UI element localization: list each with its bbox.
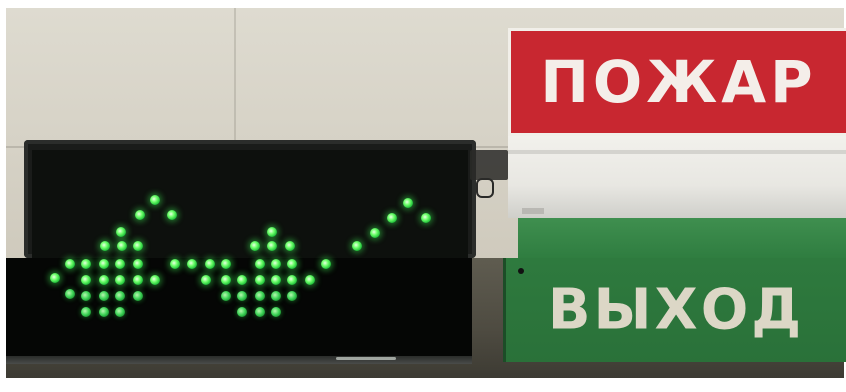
led-dot [99,291,109,301]
led-dot [255,291,265,301]
led-dot [271,307,281,317]
led-dot [65,289,75,299]
led-dot [150,195,160,205]
led-dot [421,213,431,223]
led-dot [403,198,413,208]
led-dot [133,241,143,251]
led-dot [305,275,315,285]
fire-sign: ПОЖАР [508,28,846,136]
led-dot [285,241,295,251]
led-dot [81,291,91,301]
led-dot [115,291,125,301]
exit-sign: ВЫХОД [503,258,846,362]
led-dot [167,210,177,220]
led-dot [115,307,125,317]
led-dot [150,275,160,285]
led-dot [250,241,260,251]
led-dot [50,273,60,283]
led-dot [99,259,109,269]
led-dot [205,259,215,269]
led-dot [115,259,125,269]
fire-sign-text: ПОЖАР [540,48,817,116]
led-dot [221,275,231,285]
led-dot [271,275,281,285]
led-dot [352,241,362,251]
led-dot [81,259,91,269]
mount-bracket [470,150,508,180]
led-dot [255,259,265,269]
led-dot [287,275,297,285]
led-dot [321,259,331,269]
led-dot [117,241,127,251]
led-dot [81,275,91,285]
led-dot [201,275,211,285]
led-dot [237,275,247,285]
led-dot [133,291,143,301]
led-dot [187,259,197,269]
fire-sign-housing [508,136,846,218]
led-dot [237,307,247,317]
led-dot [255,275,265,285]
led-dot [271,259,281,269]
led-dot [221,259,231,269]
photo-scene: ПОЖАР ВЫХОД [0,0,846,392]
led-dot [100,241,110,251]
led-dot [116,227,126,237]
led-dot [255,307,265,317]
led-dot [370,228,380,238]
led-dot [133,259,143,269]
led-dot [99,275,109,285]
led-dot [65,259,75,269]
hook-icon [476,178,494,198]
led-dot [267,227,277,237]
led-dot [287,291,297,301]
led-dot [133,275,143,285]
led-dot [221,291,231,301]
led-dot [170,259,180,269]
led-dot [237,291,247,301]
led-dot [267,241,277,251]
led-dot [135,210,145,220]
exit-sign-top [518,218,846,258]
led-dot [387,213,397,223]
led-dot [115,275,125,285]
mount-screw [518,268,524,274]
led-dot [287,259,297,269]
led-dot [271,291,281,301]
led-dot [99,307,109,317]
led-dot [81,307,91,317]
exit-sign-text: ВЫХОД [547,277,805,343]
